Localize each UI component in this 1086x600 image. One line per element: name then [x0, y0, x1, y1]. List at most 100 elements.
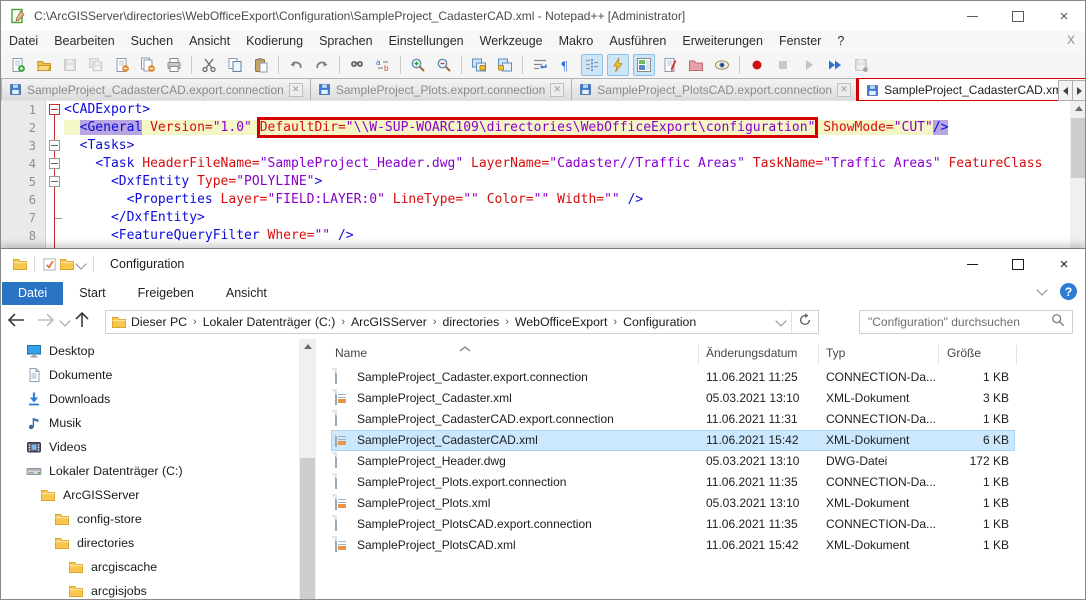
document-tab[interactable]: SampleProject_PlotsCAD.export.connection…: [571, 78, 859, 100]
menu-item-sprachen[interactable]: Sprachen: [311, 31, 381, 52]
search-icon[interactable]: [1051, 313, 1072, 332]
properties-check-icon[interactable]: [41, 256, 58, 273]
fold-collapse-icon[interactable]: [49, 158, 60, 169]
play-macro-icon[interactable]: [798, 54, 820, 76]
breadcrumb-item[interactable]: ArcGISServer: [347, 315, 431, 329]
close-icon[interactable]: ×: [1041, 1, 1086, 31]
menu-item-suchen[interactable]: Suchen: [123, 31, 181, 52]
breadcrumb-separator-icon[interactable]: ›: [339, 316, 347, 328]
document-map-icon[interactable]: [633, 54, 655, 76]
ribbon-tab-freigeben[interactable]: Freigeben: [122, 282, 210, 305]
column-divider[interactable]: [818, 345, 819, 364]
back-icon[interactable]: [7, 313, 25, 332]
breadcrumb-separator-icon[interactable]: ›: [431, 316, 439, 328]
sidebar-item-arcgisjobs[interactable]: arcgisjobs: [1, 579, 299, 600]
zoom-in-icon[interactable]: [407, 54, 429, 76]
breadcrumb-separator-icon[interactable]: ›: [611, 316, 619, 328]
file-row[interactable]: SampleProject_Header.dwg05.03.2021 13:10…: [321, 451, 1086, 472]
close-icon[interactable]: ×: [1041, 249, 1086, 279]
minimize-icon[interactable]: [949, 1, 995, 31]
column-divider[interactable]: [698, 345, 699, 364]
menu-item-fenster[interactable]: Fenster: [771, 31, 829, 52]
minimize-icon[interactable]: [949, 249, 995, 279]
scroll-up-icon[interactable]: [299, 339, 316, 354]
breadcrumb-separator-icon[interactable]: ›: [191, 316, 199, 328]
sidebar-item-desktop[interactable]: Desktop: [1, 339, 299, 363]
close-tab-icon[interactable]: ✕: [289, 83, 303, 97]
breadcrumb-item[interactable]: Dieser PC: [127, 315, 191, 329]
monitoring-icon[interactable]: [711, 54, 733, 76]
address-dropdown-icon[interactable]: [775, 315, 786, 326]
new-file-icon[interactable]: [7, 54, 29, 76]
show-symbols-icon[interactable]: ¶: [555, 54, 577, 76]
fold-collapse-icon[interactable]: [49, 104, 60, 115]
column-divider[interactable]: [1016, 345, 1017, 364]
run-macro-icon[interactable]: [824, 54, 846, 76]
zoom-out-icon[interactable]: [433, 54, 455, 76]
tab-scroll-left-icon[interactable]: [1058, 80, 1073, 101]
breadcrumb-separator-icon[interactable]: ›: [503, 316, 511, 328]
word-wrap-icon[interactable]: [529, 54, 551, 76]
history-dropdown-icon[interactable]: [59, 315, 70, 326]
help-icon[interactable]: ?: [1060, 283, 1077, 300]
breadcrumb-item[interactable]: directories: [439, 315, 504, 329]
sidebar-item-directories[interactable]: directories: [1, 531, 299, 555]
menubar-close-icon[interactable]: X: [1067, 33, 1075, 47]
sidebar-item-dokumente[interactable]: Dokumente: [1, 363, 299, 387]
code-area[interactable]: <CADExport> <General Version="1.0" Defau…: [64, 101, 1070, 248]
close-all-icon[interactable]: [137, 54, 159, 76]
sidebar-item-arcgisserver[interactable]: ArcGISServer: [1, 483, 299, 507]
expand-ribbon-icon[interactable]: [1036, 284, 1047, 295]
menu-item-werkzeuge[interactable]: Werkzeuge: [472, 31, 551, 52]
menu-item-kodierung[interactable]: Kodierung: [238, 31, 311, 52]
menu-item-?[interactable]: ?: [829, 31, 852, 52]
file-row[interactable]: SampleProject_Plots.xml05.03.2021 13:10X…: [321, 493, 1086, 514]
address-bar[interactable]: Dieser PC›Lokaler Datenträger (C:)›ArcGI…: [105, 310, 819, 334]
save-all-icon[interactable]: [85, 54, 107, 76]
file-row[interactable]: SampleProject_Cadaster.export.connection…: [321, 367, 1086, 388]
menu-item-erweiterungen[interactable]: Erweiterungen: [674, 31, 771, 52]
up-icon[interactable]: [75, 312, 89, 333]
copy-icon[interactable]: [224, 54, 246, 76]
sync-horizontal-icon[interactable]: [494, 54, 516, 76]
file-row[interactable]: SampleProject_Cadaster.xml05.03.2021 13:…: [321, 388, 1086, 409]
column-divider[interactable]: [938, 345, 939, 364]
sidebar-item-musik[interactable]: Musik: [1, 411, 299, 435]
save-icon[interactable]: [59, 54, 81, 76]
close-tab-icon[interactable]: ✕: [550, 83, 564, 97]
close-tab-icon[interactable]: ✕: [837, 83, 851, 97]
redo-icon[interactable]: [311, 54, 333, 76]
menu-item-ausfhren[interactable]: Ausführen: [601, 31, 674, 52]
column-header-name[interactable]: Name: [335, 346, 367, 360]
menu-item-makro[interactable]: Makro: [551, 31, 602, 52]
maximize-icon[interactable]: [995, 1, 1041, 31]
sync-vertical-icon[interactable]: [468, 54, 490, 76]
function-list-icon[interactable]: [607, 54, 629, 76]
undo-icon[interactable]: [285, 54, 307, 76]
breadcrumb-item[interactable]: Configuration: [619, 315, 700, 329]
tab-scroll-right-icon[interactable]: [1072, 80, 1086, 101]
fold-collapse-icon[interactable]: [49, 140, 60, 151]
editor-scroll-thumb[interactable]: [1071, 118, 1086, 178]
navigation-scrollbar[interactable]: [299, 339, 316, 600]
breadcrumb-item[interactable]: WebOfficeExport: [511, 315, 612, 329]
file-row[interactable]: SampleProject_PlotsCAD.export.connection…: [321, 514, 1086, 535]
menu-item-einstellungen[interactable]: Einstellungen: [381, 31, 472, 52]
record-macro-icon[interactable]: [746, 54, 768, 76]
sidebar-item-config-store[interactable]: config-store: [1, 507, 299, 531]
menu-item-datei[interactable]: Datei: [1, 31, 46, 52]
ribbon-tab-start[interactable]: Start: [63, 282, 121, 305]
sidebar-item-lokaler-datentr-ger-c-[interactable]: Lokaler Datenträger (C:): [1, 459, 299, 483]
forward-icon[interactable]: [37, 313, 55, 332]
notepad-editor[interactable]: 12345678 <CADExport> <General Version="1…: [1, 101, 1086, 248]
quick-access-dropdown-icon[interactable]: [75, 258, 86, 269]
file-row[interactable]: SampleProject_CadasterCAD.export.connect…: [321, 409, 1086, 430]
new-folder-icon[interactable]: [58, 256, 75, 273]
replace-icon[interactable]: ab: [372, 54, 394, 76]
file-row[interactable]: SampleProject_PlotsCAD.xml11.06.2021 15:…: [321, 535, 1086, 556]
close-doc-icon[interactable]: [111, 54, 133, 76]
menu-item-bearbeiten[interactable]: Bearbeiten: [46, 31, 122, 52]
search-input[interactable]: "Configuration" durchsuchen: [859, 310, 1073, 334]
editor-scrollbar[interactable]: [1070, 101, 1086, 248]
fold-collapse-icon[interactable]: [49, 176, 60, 187]
